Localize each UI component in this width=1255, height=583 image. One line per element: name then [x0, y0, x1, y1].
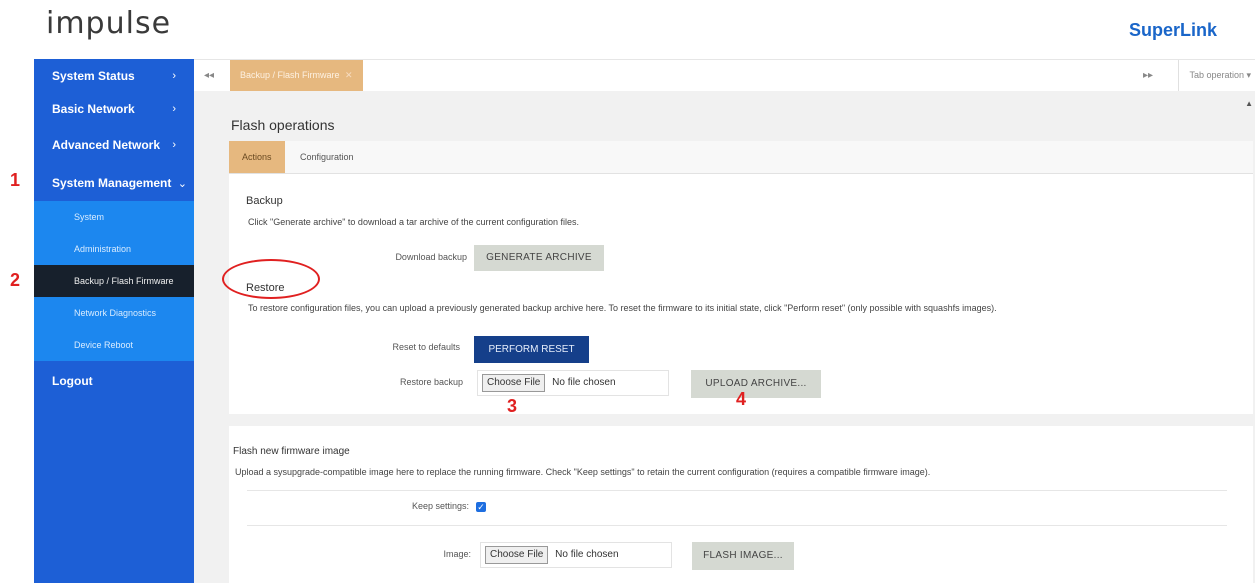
tab-strip: ◂◂ Backup / Flash Firmware ✕ ▸▸ Tab oper… — [194, 59, 1255, 92]
tab-configuration[interactable]: Configuration — [287, 141, 367, 173]
flash-heading: Flash new firmware image — [233, 446, 350, 457]
chevron-down-icon: ⌄ — [177, 178, 187, 190]
annotation-marker-1: 1 — [10, 170, 21, 190]
sidebar-item-system-status[interactable]: System Status › — [34, 59, 194, 93]
sidebar-item-label: Basic Network — [52, 102, 135, 116]
keep-settings-label: Keep settings: — [411, 501, 469, 511]
chevron-right-icon: › — [172, 103, 176, 115]
backup-restore-panel: Backup Click "Generate archive" to downl… — [229, 174, 1253, 414]
chevron-right-icon: › — [172, 70, 176, 82]
tab-backup-flash-firmware[interactable]: Backup / Flash Firmware ✕ — [230, 60, 363, 91]
main-content: ▲ Flash operations Actions Configuration… — [194, 91, 1255, 583]
backup-heading: Backup — [246, 195, 283, 207]
sidebar-item-basic-network[interactable]: Basic Network › — [34, 93, 194, 125]
restore-file-input[interactable]: Choose File No file chosen — [477, 370, 669, 396]
superlink-brand: SuperLink — [1128, 20, 1217, 40]
sidebar-item-label: Advanced Network — [52, 138, 161, 152]
tab-operation-dropdown[interactable]: Tab operation ▾ — [1178, 60, 1255, 91]
perform-reset-button[interactable]: PERFORM RESET — [474, 336, 589, 363]
sidebar-item-label: System Status — [52, 69, 135, 83]
chevron-right-icon: › — [172, 139, 176, 151]
sidebar-subitem-system[interactable]: System — [34, 201, 194, 233]
file-status: No file chosen — [555, 549, 619, 560]
tab-label: Backup / Flash Firmware — [240, 70, 340, 80]
annotation-circle-restore — [222, 259, 320, 299]
scroll-tabs-left-icon[interactable]: ◂◂ — [194, 60, 224, 91]
restore-backup-label: Restore backup — [399, 377, 463, 387]
sidebar-subitem-administration[interactable]: Administration — [34, 233, 194, 265]
sidebar: System Status › Basic Network › Advanced… — [34, 59, 194, 583]
scroll-up-icon[interactable]: ▲ — [1245, 99, 1253, 108]
keep-settings-checkbox[interactable]: ✓ — [476, 502, 486, 512]
generate-archive-button[interactable]: GENERATE ARCHIVE — [474, 245, 604, 271]
choose-file-button[interactable]: Choose File — [485, 546, 549, 564]
sidebar-item-advanced-network[interactable]: Advanced Network › — [34, 125, 194, 165]
reset-to-defaults-label: Reset to defaults — [392, 342, 460, 352]
annotation-marker-3: 3 — [507, 396, 518, 416]
tab-actions[interactable]: Actions — [229, 141, 285, 173]
download-backup-label: Download backup — [395, 252, 467, 262]
choose-file-button[interactable]: Choose File — [482, 374, 546, 392]
annotation-marker-2: 2 — [10, 270, 21, 290]
close-icon[interactable]: ✕ — [345, 70, 353, 80]
firmware-file-input[interactable]: Choose File No file chosen — [480, 542, 672, 568]
divider — [247, 525, 1227, 526]
backup-description: Click "Generate archive" to download a t… — [248, 217, 580, 227]
flash-description: Upload a sysupgrade-compatible image her… — [235, 467, 931, 477]
impulse-logo: impulse — [46, 6, 172, 41]
sidebar-subitem-network-diagnostics[interactable]: Network Diagnostics — [34, 297, 194, 329]
annotation-marker-4: 4 — [736, 389, 747, 409]
sidebar-item-logout[interactable]: Logout — [34, 361, 194, 401]
upload-archive-button[interactable]: UPLOAD ARCHIVE... — [691, 370, 821, 398]
section-tabs: Actions Configuration — [229, 141, 1253, 174]
flash-image-button[interactable]: FLASH IMAGE... — [692, 542, 794, 570]
flash-firmware-panel: Flash new firmware image Upload a sysupg… — [229, 426, 1253, 583]
restore-description: To restore configuration files, you can … — [248, 303, 997, 313]
page-title: Flash operations — [231, 117, 335, 133]
sidebar-subitem-backup-flash-firmware[interactable]: Backup / Flash Firmware — [34, 265, 194, 297]
sidebar-item-system-management[interactable]: System Management ⌄ — [34, 165, 194, 201]
file-status: No file chosen — [552, 377, 616, 388]
sidebar-item-label: System Management — [52, 176, 172, 190]
sidebar-subitem-device-reboot[interactable]: Device Reboot — [34, 329, 194, 361]
divider — [247, 490, 1227, 491]
scroll-tabs-right-icon[interactable]: ▸▸ — [1133, 60, 1163, 91]
system-management-submenu: System Administration Backup / Flash Fir… — [34, 201, 194, 361]
image-label: Image: — [443, 549, 471, 559]
